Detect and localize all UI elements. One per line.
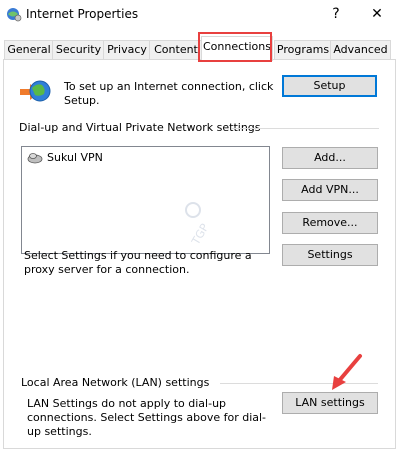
tab-privacy[interactable]: Privacy xyxy=(103,40,151,60)
red-arrow-icon xyxy=(332,354,362,390)
internet-options-icon xyxy=(7,8,22,22)
setup-button[interactable]: Setup xyxy=(282,75,377,97)
lan-settings-button[interactable]: LAN settings xyxy=(282,392,378,414)
tab-programs[interactable]: Programs xyxy=(274,40,332,60)
vpn-section-divider xyxy=(232,128,379,129)
help-button[interactable]: ? xyxy=(327,4,345,24)
vpn-section-label: Dial-up and Virtual Private Network sett… xyxy=(19,121,261,134)
svg-text:TGP: TGP xyxy=(189,221,210,248)
lan-description: LAN Settings do not apply to dial-up con… xyxy=(27,397,267,438)
window-title: Internet Properties xyxy=(26,7,139,21)
watermark-logo: TGP xyxy=(185,202,210,248)
vpn-connection-icon xyxy=(27,153,43,164)
add-vpn-button[interactable]: Add VPN... xyxy=(282,179,378,201)
tab-advanced[interactable]: Advanced xyxy=(330,40,391,60)
tab-general[interactable]: General xyxy=(4,40,54,60)
internet-globe-icon xyxy=(20,80,51,102)
settings-button[interactable]: Settings xyxy=(282,244,378,266)
remove-button[interactable]: Remove... xyxy=(282,212,378,234)
tab-content[interactable]: Content xyxy=(149,40,203,60)
lan-section-label: Local Area Network (LAN) settings xyxy=(21,376,210,389)
connections-tab-highlight xyxy=(198,32,272,62)
list-item-label: Sukul VPN xyxy=(47,151,103,164)
add-button[interactable]: Add... xyxy=(282,147,378,169)
close-button[interactable]: ✕ xyxy=(368,4,386,24)
tab-security[interactable]: Security xyxy=(52,40,105,60)
connection-list[interactable]: Sukul VPN xyxy=(21,146,270,254)
proxy-description: Select Settings if you need to configure… xyxy=(24,249,252,276)
setup-description: To set up an Internet connection, click … xyxy=(64,80,274,107)
